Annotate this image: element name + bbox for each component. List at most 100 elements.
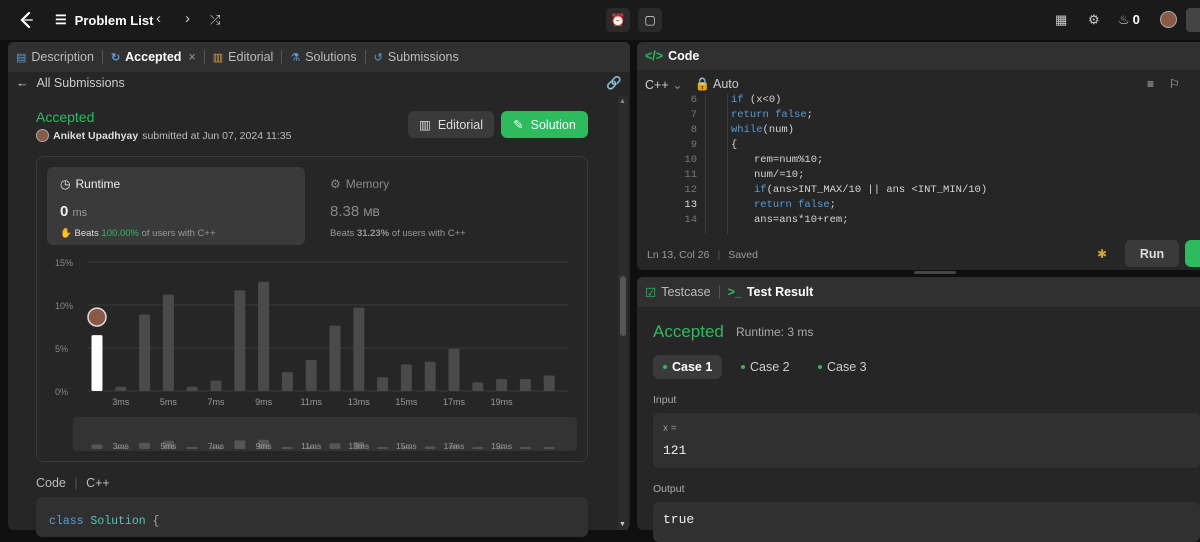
run-button[interactable]: Run xyxy=(1125,240,1179,267)
distribution-bar xyxy=(519,378,531,391)
all-submissions-link[interactable]: All Submissions xyxy=(37,76,125,90)
tab-testcase[interactable]: ☑ Testcase xyxy=(637,277,719,307)
overview-tick-label: 11ms xyxy=(301,441,321,451)
code-line: { xyxy=(731,139,738,151)
overview-tick-label: 7ms xyxy=(208,441,224,451)
tab-submissions[interactable]: ↺ Submissions xyxy=(366,42,467,72)
scroll-up-arrow[interactable]: ▲ xyxy=(619,98,626,105)
case-label: Case 2 xyxy=(750,360,790,374)
distribution-bar xyxy=(258,281,270,391)
runtime-distribution-chart[interactable]: 15% 10% 5% 0% 3ms 5ms 7ms 9ms 11ms 13ms 15ms 17ms 19… xyxy=(37,157,589,463)
submission-author: Aniket Upadhyay submitted at Jun 07, 202… xyxy=(36,129,291,142)
overview-tick-label: 15ms xyxy=(396,441,417,451)
mode-value: Auto xyxy=(712,77,739,91)
overview-bar xyxy=(329,443,341,449)
link-icon[interactable]: 🔗 xyxy=(606,76,622,91)
top-bar: ☰ Problem List ‹ › ⤮ ⏰ ▢ ▦ ⚙ ♨ 0 xyxy=(0,0,1200,40)
chevron-left-icon[interactable]: ‹ xyxy=(156,10,161,27)
overview-bar xyxy=(519,447,531,449)
notes-button[interactable]: ▢ xyxy=(638,8,662,32)
line-number: 7 xyxy=(690,109,697,121)
arrow-left-icon[interactable]: ← xyxy=(16,76,29,90)
close-icon[interactable]: × xyxy=(188,50,195,64)
overview-bar xyxy=(186,447,198,449)
submission-status: Accepted xyxy=(36,109,95,125)
scroll-down-arrow[interactable]: ▼ xyxy=(619,521,626,528)
tab-editorial[interactable]: ▥ Editorial xyxy=(205,42,282,72)
result-runtime: Runtime: 3 ms xyxy=(736,325,814,339)
distribution-bar xyxy=(377,377,389,391)
current-runtime-bar xyxy=(91,335,103,391)
line-number: 9 xyxy=(690,139,697,151)
gear-icon[interactable]: ⚙ xyxy=(1088,12,1100,28)
chevron-right-icon[interactable]: › xyxy=(185,10,190,27)
language-select[interactable]: C++ ⌄ xyxy=(645,77,683,92)
panel-resize-handle[interactable] xyxy=(914,271,956,274)
submit-button[interactable] xyxy=(1185,240,1200,267)
x-tick-label: 11ms xyxy=(301,397,323,407)
left-scrollbar[interactable]: ▲ ▼ xyxy=(618,96,628,530)
code-editor-panel: </> Code C++ ⌄ 🔒 Auto ≡ ⚐ 6 if (x<0) 7 retur… xyxy=(637,42,1200,270)
tab-label: Submissions xyxy=(387,50,459,64)
bookmark-icon[interactable]: ⚐ xyxy=(1169,77,1180,91)
overview-bar xyxy=(281,447,293,449)
case-2-tab[interactable]: Case 2 xyxy=(731,355,800,379)
user-avatar[interactable] xyxy=(1160,11,1177,28)
case-3-tab[interactable]: Case 3 xyxy=(808,355,877,379)
distribution-bar xyxy=(115,386,127,391)
layout-icon[interactable]: ▦ xyxy=(1055,12,1067,28)
format-icon[interactable]: ≡ xyxy=(1147,77,1154,91)
leetcode-logo[interactable] xyxy=(16,10,36,30)
mode-select[interactable]: 🔒 Auto xyxy=(695,77,739,92)
checkbox-icon: ☑ xyxy=(645,285,657,300)
streak-counter[interactable]: ♨ 0 xyxy=(1118,12,1140,28)
debug-icon[interactable]: ✱ xyxy=(1097,247,1107,261)
line-number: 14 xyxy=(684,214,697,226)
pass-dot xyxy=(663,365,667,369)
tab-accepted[interactable]: ↻ Accepted × xyxy=(103,42,204,72)
editor-header: </> Code xyxy=(637,42,1200,70)
tab-test-result[interactable]: >_ Test Result xyxy=(720,277,822,307)
case-1-tab[interactable]: Case 1 xyxy=(653,355,723,379)
premium-button[interactable] xyxy=(1186,8,1200,32)
lock-icon: 🔒 xyxy=(694,77,711,91)
shuffle-icon[interactable]: ⤮ xyxy=(210,12,220,28)
tab-code[interactable]: </> Code xyxy=(637,42,707,71)
test-result-panel: ☑ Testcase >_ Test Result xyxy=(637,277,1200,530)
y-tick-label: 5% xyxy=(55,344,68,354)
timer-button[interactable]: ⏰ xyxy=(606,8,630,32)
author-name[interactable]: Aniket Upadhyay xyxy=(53,130,138,142)
code-line: return false; xyxy=(731,109,813,121)
streak-count: 0 xyxy=(1132,12,1140,27)
input-label: Input xyxy=(653,394,677,406)
output-value: true xyxy=(663,512,695,527)
code-line: ans=ans*10+rem; xyxy=(754,214,849,226)
tab-solutions[interactable]: ⚗ Solutions xyxy=(282,42,364,72)
submitted-code[interactable]: class Solution { xyxy=(36,497,588,537)
code-section-title: Code xyxy=(36,476,66,490)
overview-bar xyxy=(139,442,151,449)
scrollbar-thumb[interactable] xyxy=(620,276,626,336)
tab-label: Solutions xyxy=(305,50,357,64)
distribution-bar xyxy=(329,325,341,391)
solution-button[interactable]: ✎ Solution xyxy=(501,111,588,138)
problem-list-link[interactable]: ☰ Problem List xyxy=(55,12,153,28)
line-number: 10 xyxy=(684,154,697,166)
performance-card: ◷ Runtime 0 ms ✋ Beats 100.00% of users w… xyxy=(36,156,588,462)
code-line: while(num) xyxy=(731,124,795,136)
run-label: Run xyxy=(1139,246,1165,261)
distribution-bar xyxy=(234,290,246,391)
tab-label: Testcase xyxy=(661,285,711,299)
tab-description[interactable]: ▤ Description xyxy=(8,42,102,72)
editorial-button[interactable]: ▥ Editorial xyxy=(408,111,494,138)
user-marker-avatar xyxy=(87,307,107,327)
output-label: Output xyxy=(653,483,685,495)
input-var: x = xyxy=(663,423,677,434)
line-number: 11 xyxy=(684,169,697,181)
tab-label: Test Result xyxy=(746,285,814,299)
code-area[interactable]: 6 if (x<0) 7 return false; 8 while(num) 9 {10 re… xyxy=(637,94,1200,234)
chevron-down-icon: ⌄ xyxy=(672,78,683,92)
input-value: 121 xyxy=(663,443,687,458)
line-number: 8 xyxy=(690,124,697,136)
overview-bar xyxy=(91,444,103,449)
